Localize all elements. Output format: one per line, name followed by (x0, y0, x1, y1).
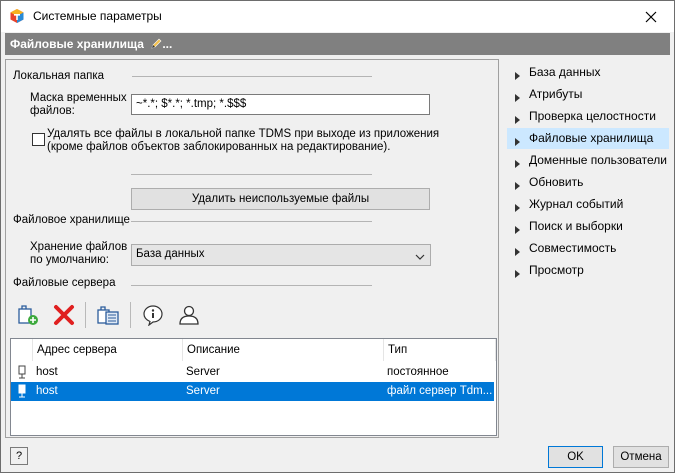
delete-unused-files-button[interactable]: Удалить неиспользуемые файлы (131, 188, 430, 210)
title-bar[interactable]: Системные параметры (1, 1, 674, 32)
nav-item-view[interactable]: Просмотр (507, 260, 669, 281)
user-icon (179, 305, 199, 325)
table-row[interactable]: host Server файл сервер Tdm... (11, 382, 494, 401)
file-servers-group-label: Файловые сервера (13, 277, 116, 289)
default-storage-value: База данных (136, 248, 205, 260)
nav-item-label: Поиск и выборки (529, 219, 623, 233)
delete-server-button[interactable] (51, 302, 77, 328)
server-address: host (36, 385, 58, 397)
delete-icon (54, 305, 74, 325)
arrow-right-icon (515, 91, 520, 105)
arrow-right-icon (515, 267, 520, 281)
column-header-description[interactable]: Описание (183, 339, 384, 361)
chevron-down-icon (415, 251, 425, 263)
file-servers-table[interactable]: Адрес сервера Описание Тип host Server п… (10, 338, 497, 436)
window-title: Системные параметры (33, 9, 162, 23)
help-button[interactable]: ? (10, 447, 28, 465)
delete-all-label: Удалять все файлы в локальной папке TDMS… (47, 128, 440, 153)
info-button[interactable] (140, 302, 166, 328)
group-divider (131, 174, 372, 175)
nav-item-attributes[interactable]: Атрибуты (507, 84, 669, 105)
close-icon (645, 11, 657, 22)
default-storage-label: Хранение файлов по умолчанию: (30, 241, 128, 266)
nav-item-integrity-check[interactable]: Проверка целостности (507, 106, 669, 127)
nav-item-database[interactable]: База данных (507, 62, 669, 83)
section-header: Файловые хранилища ... (5, 33, 670, 55)
nav-item-label: Обновить (529, 175, 584, 189)
arrow-right-icon (515, 179, 520, 193)
temp-files-mask-input[interactable]: ~*.*; $*.*; *.tmp; *.$$$ (131, 94, 430, 115)
arrow-right-icon (515, 223, 520, 237)
nav-item-file-storages[interactable]: Файловые хранилища (507, 128, 669, 149)
edit-marker: ... (162, 37, 173, 51)
server-properties-icon (97, 306, 119, 325)
user-button[interactable] (176, 302, 202, 328)
server-type: файл сервер Tdm... (387, 385, 493, 397)
add-server-icon (18, 305, 38, 325)
settings-panel: Локальная папка Маска временных файлов: … (5, 59, 499, 438)
default-storage-select[interactable]: База данных (131, 244, 431, 266)
column-header-type[interactable]: Тип (384, 339, 496, 361)
arrow-right-icon (515, 245, 520, 259)
server-icon (17, 365, 27, 382)
pencil-icon (150, 38, 162, 53)
arrow-right-icon (515, 69, 520, 83)
nav-item-domain-users[interactable]: Доменные пользователи (507, 150, 669, 171)
nav-item-label: Проверка целостности (529, 109, 656, 123)
nav-item-compatibility[interactable]: Совместимость (507, 238, 669, 259)
nav-item-label: Атрибуты (529, 87, 583, 101)
file-storage-group-label: Файловое хранилище (13, 214, 130, 226)
group-divider (132, 76, 372, 77)
delete-all-checkbox[interactable] (32, 133, 45, 146)
cancel-button[interactable]: Отмена (613, 446, 669, 468)
app-logo-icon (9, 8, 25, 24)
server-address: host (36, 366, 58, 378)
toolbar-separator (85, 302, 86, 328)
add-server-button[interactable] (15, 302, 41, 328)
info-icon (143, 305, 163, 326)
arrow-right-icon (515, 201, 520, 215)
nav-item-label: Журнал событий (529, 197, 624, 211)
nav-item-update[interactable]: Обновить (507, 172, 669, 193)
server-properties-button[interactable] (95, 302, 121, 328)
arrow-right-icon (515, 135, 520, 149)
ok-button[interactable]: OK (548, 446, 603, 468)
nav-item-label: Файловые хранилища (529, 131, 654, 145)
toolbar-separator (130, 302, 131, 328)
settings-window: Системные параметры Файловые хранилища .… (0, 0, 675, 473)
server-icon (17, 384, 27, 401)
mask-label: Маска временных файлов: (30, 92, 127, 117)
local-folder-group-label: Локальная папка (13, 70, 105, 82)
section-title: Файловые хранилища (10, 37, 144, 51)
arrow-right-icon (515, 113, 520, 127)
nav-item-label: Просмотр (529, 263, 584, 277)
table-header: Адрес сервера Описание Тип (11, 339, 496, 361)
column-header-address[interactable]: Адрес сервера (33, 339, 183, 361)
nav-item-search-queries[interactable]: Поиск и выборки (507, 216, 669, 237)
nav-item-label: Совместимость (529, 241, 617, 255)
close-button[interactable] (628, 1, 674, 32)
column-header-icon[interactable] (11, 339, 33, 361)
server-description: Server (186, 385, 220, 397)
settings-nav: База данных Атрибуты Проверка целостност… (501, 59, 670, 438)
group-divider (131, 285, 372, 286)
server-type: постоянное (387, 366, 449, 378)
nav-item-event-log[interactable]: Журнал событий (507, 194, 669, 215)
table-row[interactable]: host Server постоянное (11, 363, 494, 382)
nav-item-label: Доменные пользователи (529, 153, 667, 167)
nav-item-label: База данных (529, 65, 601, 79)
group-divider (131, 221, 372, 222)
arrow-right-icon (515, 157, 520, 171)
server-description: Server (186, 366, 220, 378)
